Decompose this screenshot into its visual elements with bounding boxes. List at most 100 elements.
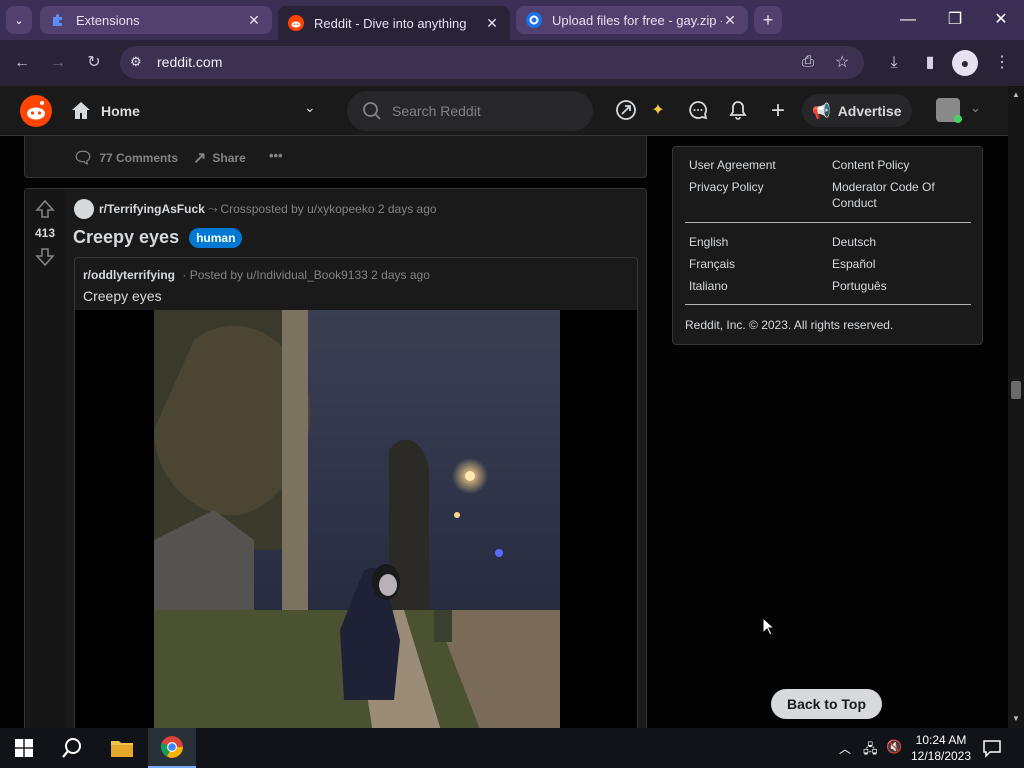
comment-icon: 🗨: [73, 150, 94, 167]
tab-label: Reddit - Dive into anything: [314, 15, 467, 31]
language-deutsch[interactable]: Deutsch: [832, 235, 876, 249]
divider: [685, 304, 971, 305]
reddit-icon: [288, 15, 304, 31]
language-english[interactable]: English: [689, 235, 728, 249]
url-text: reddit.com: [157, 54, 223, 70]
show-hidden-icons-chevron-up-icon[interactable]: ︿: [839, 740, 851, 757]
mouse-cursor-icon: [762, 616, 776, 637]
subreddit-link[interactable]: r/TerrifyingAsFuck: [99, 202, 205, 216]
content-policy-link[interactable]: Content Policy: [832, 158, 909, 172]
search-placeholder: Search Reddit: [392, 103, 481, 119]
scroll-up-arrow-icon[interactable]: ▲: [1012, 90, 1020, 99]
comments-label: 77 Comments: [99, 151, 179, 165]
new-tab-button[interactable]: +: [754, 6, 782, 34]
original-meta: · Posted by u/Individual_Book9133 2 days…: [182, 268, 430, 282]
network-icon[interactable]: 🖧: [863, 740, 878, 762]
clock-date: 12/18/2023: [910, 749, 972, 763]
reddit-header: Home ⌄ Search Reddit ✦ + 📢 Advertise ⌄: [0, 86, 1008, 136]
coins-icon[interactable]: ✦: [646, 99, 670, 123]
language-espanol[interactable]: Español: [832, 257, 875, 271]
notification-bell-icon[interactable]: [726, 99, 750, 123]
search-bar[interactable]: Search Reddit: [347, 91, 593, 131]
moderator-code-link-cont[interactable]: Conduct: [832, 196, 877, 210]
post-title[interactable]: Creepy eyes: [73, 227, 179, 248]
chevron-down-icon: ⌄: [304, 99, 316, 115]
tab-label: Extensions: [76, 12, 140, 28]
sidebar-footer-card: User Agreement Content Policy Privacy Po…: [672, 146, 983, 345]
chat-icon[interactable]: [686, 99, 710, 123]
more-options-button[interactable]: •••: [269, 148, 283, 163]
copyright-text: Reddit, Inc. © 2023. All rights reserved…: [685, 318, 894, 332]
close-icon[interactable]: ✕: [722, 12, 738, 29]
chrome-taskbar-icon[interactable]: [148, 728, 196, 768]
reload-icon[interactable]: ↻: [82, 51, 106, 75]
subreddit-icon[interactable]: [74, 199, 94, 219]
browser-tab-strip: ⌄ Extensions ✕ Reddit - Dive into anythi…: [0, 0, 1024, 40]
restore-button[interactable]: ❐: [940, 8, 970, 32]
forward-arrow-icon[interactable]: →: [46, 51, 70, 75]
vote-count: 413: [34, 226, 56, 240]
tab-reddit[interactable]: Reddit - Dive into anything ✕: [278, 6, 510, 40]
back-to-top-button[interactable]: Back to Top: [771, 689, 882, 719]
site-settings-icon[interactable]: ⚙: [130, 54, 142, 70]
post-card[interactable]: 413 r/TerrifyingAsFuck ⤳ Crossposted by …: [24, 188, 647, 734]
language-portugues[interactable]: Português: [832, 279, 887, 293]
minimize-button[interactable]: —: [893, 8, 923, 32]
downvote-arrow-icon[interactable]: [35, 247, 55, 267]
tab-search-button[interactable]: ⌄: [6, 6, 32, 34]
original-subreddit-link[interactable]: r/oddlyterrifying: [83, 268, 175, 282]
crosspost-meta: Crossposted by u/xykopeeko 2 days ago: [220, 202, 437, 216]
language-italiano[interactable]: Italiano: [689, 279, 728, 293]
tab-label: Upload files for free - gay.zip -: [552, 12, 722, 28]
side-panel-icon[interactable]: ▮: [918, 51, 942, 75]
crossposted-original[interactable]: r/oddlyterrifying · Posted by u/Individu…: [74, 257, 638, 734]
close-icon[interactable]: ✕: [484, 15, 500, 32]
privacy-policy-link[interactable]: Privacy Policy: [689, 180, 764, 194]
online-status-dot: [954, 115, 962, 123]
home-label: Home: [101, 103, 140, 119]
moderator-code-link[interactable]: Moderator Code Of: [832, 180, 935, 194]
page-scrollbar[interactable]: ▲ ▼: [1008, 86, 1024, 728]
taskbar-search-icon[interactable]: [48, 728, 96, 768]
tab-extensions[interactable]: Extensions ✕: [40, 6, 272, 34]
volume-muted-icon[interactable]: 🔇: [886, 739, 902, 755]
post-flair[interactable]: human: [189, 227, 243, 248]
notification-center-icon[interactable]: [982, 738, 1002, 758]
crosspost-icon: ⤳: [207, 201, 218, 216]
windows-start-icon[interactable]: [0, 728, 48, 768]
vote-column: [25, 189, 65, 732]
popular-icon[interactable]: [614, 99, 638, 123]
install-app-icon[interactable]: ⎙: [802, 53, 814, 70]
divider: [685, 222, 971, 223]
profile-avatar-icon[interactable]: ●: [952, 50, 978, 76]
user-agreement-link[interactable]: User Agreement: [689, 158, 776, 172]
back-arrow-icon[interactable]: ←: [10, 51, 34, 75]
post-title-row: Creepy eyes human: [73, 227, 243, 248]
file-explorer-icon[interactable]: [98, 728, 146, 768]
taskbar-clock[interactable]: 10:24 AM 12/18/2023: [910, 732, 972, 764]
reddit-logo-icon[interactable]: [20, 95, 52, 127]
browser-toolbar: ← → ↻ ⚙ reddit.com ⎙ ☆ ⤓ ▮ ● ⋮: [0, 40, 1024, 86]
language-francais[interactable]: Français: [689, 257, 735, 271]
address-bar[interactable]: ⚙ reddit.com ⎙ ☆: [120, 46, 864, 79]
chevron-down-icon: ⌄: [970, 100, 981, 115]
scrollbar-thumb[interactable]: [1011, 381, 1021, 399]
search-icon: [362, 101, 382, 126]
user-menu[interactable]: ⌄: [936, 98, 984, 124]
create-post-plus-icon[interactable]: +: [766, 99, 790, 123]
download-icon[interactable]: ⤓: [882, 51, 906, 75]
scroll-down-arrow-icon[interactable]: ▼: [1012, 714, 1020, 723]
kebab-menu-icon[interactable]: ⋮: [990, 51, 1014, 75]
bookmark-star-icon[interactable]: ☆: [835, 52, 849, 72]
share-button[interactable]: ↗ Share: [193, 148, 246, 168]
chevron-down-icon: ⌄: [14, 14, 24, 27]
tab-upload[interactable]: Upload files for free - gay.zip - ✕: [516, 6, 748, 34]
comments-button[interactable]: 🗨 77 Comments: [73, 148, 178, 168]
advertise-button[interactable]: 📢 Advertise: [802, 94, 912, 127]
video-player[interactable]: [75, 310, 637, 733]
megaphone-icon: 📢: [812, 102, 831, 120]
window-close-button[interactable]: ✕: [986, 8, 1016, 32]
home-dropdown[interactable]: Home ⌄: [70, 99, 325, 123]
close-icon[interactable]: ✕: [246, 12, 262, 29]
upvote-arrow-icon[interactable]: [35, 199, 55, 219]
